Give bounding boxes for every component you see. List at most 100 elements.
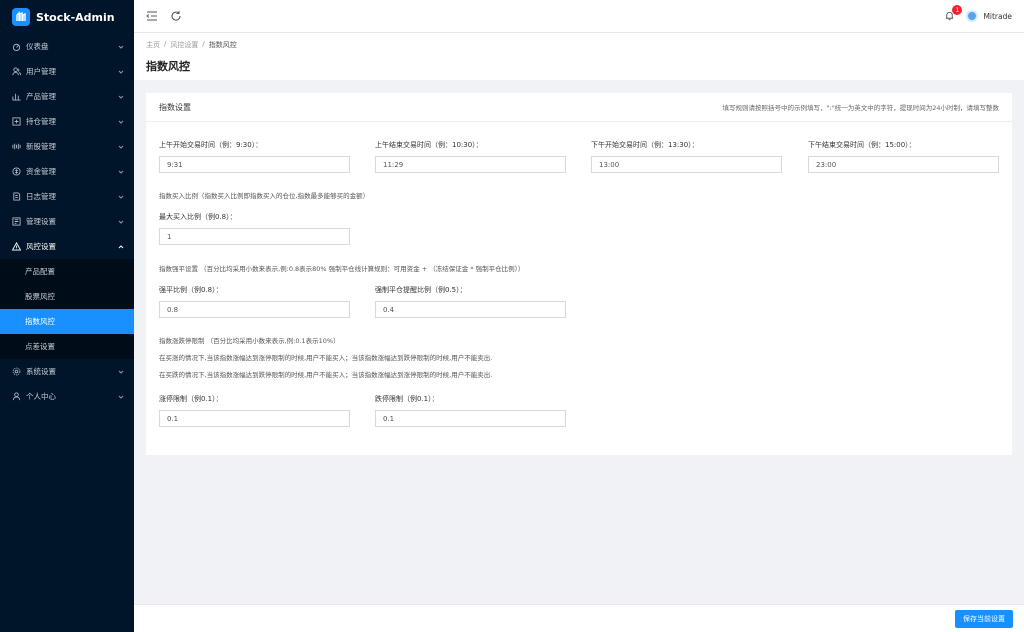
index-settings-card: 指数设置 填写规则请按照括号中的示例填写，":"统一为英文中的字符，提现时间为2… xyxy=(146,93,1012,455)
force-warn-input[interactable] xyxy=(375,301,566,318)
force-warn-label: 强制平仓提醒比例（例0.5）： xyxy=(375,286,467,294)
risk-submenu: 产品配置 股票风控 指数风控 点差设置 xyxy=(0,259,134,359)
breadcrumb-parent[interactable]: 风控设置 xyxy=(170,40,198,50)
sidebar-item-label: 管理设置 xyxy=(26,217,56,226)
top-header: 1 Mitrade xyxy=(134,0,1024,33)
sidebar-item-label: 持仓管理 xyxy=(26,117,56,126)
users-icon xyxy=(12,67,21,76)
breadcrumb-home[interactable]: 主页 xyxy=(146,40,160,50)
sidebar-item-system-settings[interactable]: 系统设置 xyxy=(0,359,134,384)
sidebar-item-label: 日志管理 xyxy=(26,192,56,201)
product-icon xyxy=(12,92,21,101)
save-settings-button[interactable]: 保存当前设置 xyxy=(955,610,1013,628)
chevron-down-icon xyxy=(118,220,124,224)
chevron-down-icon xyxy=(118,70,124,74)
warning-icon xyxy=(12,242,21,251)
chevron-down-icon xyxy=(118,95,124,99)
sidebar-item-label: 系统设置 xyxy=(26,367,56,376)
refresh-icon[interactable] xyxy=(170,10,182,22)
logo-icon xyxy=(12,8,30,26)
force-ratio-field: 强平比例（例0.8）： xyxy=(159,285,350,318)
sidebar-item-label: 新股管理 xyxy=(26,142,56,151)
chevron-up-icon xyxy=(118,244,124,248)
card-title: 指数设置 xyxy=(159,102,191,112)
chevron-down-icon xyxy=(118,145,124,149)
sidebar-item-label: 资金管理 xyxy=(26,167,56,176)
fund-icon xyxy=(12,167,21,176)
force-warn-field: 强制平仓提醒比例（例0.5）： xyxy=(375,285,566,318)
sidebar-subitem-stock-risk[interactable]: 股票风控 xyxy=(0,284,134,309)
sidebar-item-profile[interactable]: 个人中心 xyxy=(0,384,134,409)
pm-close-label: 下午结束交易时间（例：15:00）： xyxy=(808,141,916,149)
am-open-input[interactable] xyxy=(159,156,350,173)
down-limit-input[interactable] xyxy=(375,410,566,427)
limit-up-note: 在买涨的情况下,当该指数涨幅达到涨停限制的时候,用户不能买入；当该指数涨幅达到跌… xyxy=(159,354,493,362)
sidebar-item-logs[interactable]: 日志管理 xyxy=(0,184,134,209)
breadcrumb-separator: / xyxy=(164,40,167,48)
sidebar-item-admin-settings[interactable]: 管理设置 xyxy=(0,209,134,234)
notification-badge: 1 xyxy=(952,5,963,15)
sidebar-item-funds[interactable]: 资金管理 xyxy=(0,159,134,184)
sidebar-item-label: 产品管理 xyxy=(26,92,56,101)
max-buy-field: 最大买入比例（例0.8）： xyxy=(159,212,350,245)
am-close-field: 上午结束交易时间（例：10:30）： xyxy=(375,140,566,173)
limit-down-note: 在买跌的情况下,当该指数涨幅达到跌停限制的时候,用户不能买入；当该指数涨幅达到涨… xyxy=(159,371,493,379)
collapse-menu-icon[interactable] xyxy=(146,10,158,22)
footer-bar: 保存当前设置 xyxy=(134,604,1024,632)
max-buy-input[interactable] xyxy=(159,228,350,245)
breadcrumb: 主页 / 风控设置 / 指数风控 xyxy=(146,40,1012,50)
page-header: 主页 / 风控设置 / 指数风控 指数风控 xyxy=(134,33,1024,80)
limit-note: 指数涨跌停限制 （百分比均采用小数来表示,例:0.1表示10%） xyxy=(159,337,340,345)
sidebar-item-label: 用户管理 xyxy=(26,67,56,76)
chevron-down-icon xyxy=(118,370,124,374)
admin-settings-icon xyxy=(12,217,21,226)
notification-bell-icon[interactable]: 1 xyxy=(944,5,963,22)
force-ratio-label: 强平比例（例0.8）： xyxy=(159,286,223,294)
am-open-label: 上午开始交易时间（例：9:30）： xyxy=(159,141,263,149)
up-limit-field: 涨停限制（例0.1）： xyxy=(159,394,350,427)
force-close-note: 指数强平设置 （百分比均采用小数来表示,例:0.8表示80% 强制平仓线计算规则… xyxy=(159,265,525,273)
card-hint: 填写规则请按照括号中的示例填写，":"统一为英文中的字符，提现时间为24小时制，… xyxy=(722,104,999,112)
sidebar-subitem-product-config[interactable]: 产品配置 xyxy=(0,259,134,284)
sidebar-subitem-index-risk[interactable]: 指数风控 xyxy=(0,309,134,334)
app-title: Stock-Admin xyxy=(36,10,115,24)
sidebar-item-ipo[interactable]: 新股管理 xyxy=(0,134,134,159)
sidebar-item-label: 个人中心 xyxy=(26,392,56,401)
sidebar-item-positions[interactable]: 持仓管理 xyxy=(0,109,134,134)
breadcrumb-separator: / xyxy=(202,40,205,48)
chevron-down-icon xyxy=(118,45,124,49)
ipo-icon xyxy=(12,142,21,151)
username[interactable]: Mitrade xyxy=(983,12,1012,21)
force-ratio-input[interactable] xyxy=(159,301,350,318)
sidebar-subitem-spread-settings[interactable]: 点差设置 xyxy=(0,334,134,359)
pm-close-input[interactable] xyxy=(808,156,999,173)
pm-close-field: 下午结束交易时间（例：15:00）： xyxy=(808,140,999,173)
up-limit-input[interactable] xyxy=(159,410,350,427)
pm-open-input[interactable] xyxy=(591,156,782,173)
log-icon xyxy=(12,192,21,201)
am-close-input[interactable] xyxy=(375,156,566,173)
sidebar: Stock-Admin 仪表盘 用户管理 产品管理 持仓管理 新股管理 资金管理… xyxy=(0,0,134,632)
pm-open-label: 下午开始交易时间（例：13:30）： xyxy=(591,141,699,149)
user-icon xyxy=(12,392,21,401)
sidebar-item-products[interactable]: 产品管理 xyxy=(0,84,134,109)
page-title: 指数风控 xyxy=(146,60,190,73)
chevron-down-icon xyxy=(118,195,124,199)
buy-ratio-note: 指数买入比例（指数买入比例即指数买入的仓位,指数最多能够买的金额） xyxy=(159,192,370,200)
sidebar-item-label: 仪表盘 xyxy=(26,42,49,51)
gear-icon xyxy=(12,367,21,376)
sidebar-item-label: 风控设置 xyxy=(26,242,56,251)
logo[interactable]: Stock-Admin xyxy=(0,0,134,34)
avatar[interactable] xyxy=(966,10,979,22)
am-close-label: 上午结束交易时间（例：10:30）： xyxy=(375,141,483,149)
down-limit-field: 跌停限制（例0.1）： xyxy=(375,394,566,427)
max-buy-label: 最大买入比例（例0.8）： xyxy=(159,213,237,221)
dashboard-icon xyxy=(12,42,21,51)
sidebar-item-risk-settings[interactable]: 风控设置 xyxy=(0,234,134,259)
sidebar-item-users[interactable]: 用户管理 xyxy=(0,59,134,84)
pm-open-field: 下午开始交易时间（例：13:30）： xyxy=(591,140,782,173)
chevron-down-icon xyxy=(118,395,124,399)
sidebar-item-dashboard[interactable]: 仪表盘 xyxy=(0,34,134,59)
am-open-field: 上午开始交易时间（例：9:30）： xyxy=(159,140,350,173)
chevron-down-icon xyxy=(118,170,124,174)
